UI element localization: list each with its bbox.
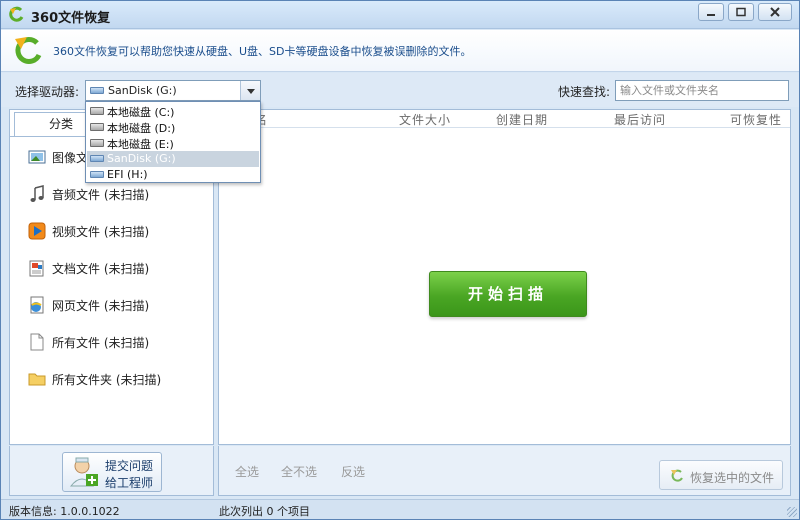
video-icon bbox=[28, 222, 46, 240]
restore-arrow-icon bbox=[671, 469, 683, 482]
engineer-button-line2: 给工程师 bbox=[105, 476, 154, 490]
usb-drive-icon bbox=[90, 171, 104, 178]
select-none-link[interactable]: 全不选 bbox=[281, 463, 317, 480]
category-label: 网页文件 (未扫描) bbox=[52, 299, 150, 313]
info-text: 360文件恢复可以帮助您快速从硬盘、U盘、SD卡等硬盘设备中恢复被误删除的文件。 bbox=[53, 45, 472, 58]
category-item-all-folders[interactable]: 所有文件夹 (未扫描) bbox=[28, 368, 210, 390]
column-recoverability[interactable]: 可恢复性 bbox=[730, 111, 782, 128]
drive-option-h[interactable]: EFI (H:) bbox=[87, 167, 259, 183]
chevron-down-icon[interactable] bbox=[240, 81, 260, 100]
hard-disk-icon bbox=[90, 139, 104, 147]
category-label: 文档文件 (未扫描) bbox=[52, 262, 150, 276]
restore-button-label: 恢复选中的文件 bbox=[690, 471, 775, 485]
info-banner: 360文件恢复可以帮助您快速从硬盘、U盘、SD卡等硬盘设备中恢复被误删除的文件。 bbox=[1, 30, 799, 72]
drive-dropdown-list: 本地磁盘 (C:) 本地磁盘 (D:) 本地磁盘 (E:) SanDisk (G… bbox=[85, 101, 261, 183]
engineer-avatar-icon bbox=[69, 457, 98, 487]
category-item-web[interactable]: 网页文件 (未扫描) bbox=[28, 294, 210, 316]
drive-option-c[interactable]: 本地磁盘 (C:) bbox=[87, 103, 259, 119]
drive-option-label: 本地磁盘 (C:) bbox=[107, 106, 175, 119]
minimize-button[interactable] bbox=[698, 3, 724, 21]
version-info: 版本信息: 1.0.0.1022 bbox=[9, 505, 120, 518]
category-item-all-files[interactable]: 所有文件 (未扫描) bbox=[28, 331, 210, 353]
column-last-access[interactable]: 最后访问 bbox=[614, 111, 666, 128]
column-created[interactable]: 创建日期 bbox=[496, 111, 548, 128]
window-title: 360文件恢复 bbox=[31, 11, 111, 26]
drive-option-label: SanDisk (G:) bbox=[107, 152, 176, 165]
maximize-button[interactable] bbox=[728, 3, 754, 21]
usb-drive-icon bbox=[90, 155, 104, 162]
close-button[interactable] bbox=[758, 3, 792, 21]
drive-select[interactable]: SanDisk (G:) bbox=[85, 80, 261, 101]
app-logo-icon bbox=[9, 6, 24, 22]
category-item-documents[interactable]: 文档文件 (未扫描) bbox=[28, 257, 210, 279]
usb-drive-icon bbox=[90, 87, 104, 94]
category-item-video[interactable]: 视频文件 (未扫描) bbox=[28, 220, 210, 242]
drive-label: 选择驱动器: bbox=[15, 85, 80, 99]
category-label: 所有文件夹 (未扫描) bbox=[52, 373, 162, 387]
title-bar[interactable]: 360文件恢复 bbox=[1, 1, 799, 29]
minimize-icon bbox=[707, 14, 715, 16]
category-label: 音频文件 (未扫描) bbox=[52, 188, 150, 202]
web-page-icon bbox=[30, 296, 44, 314]
drive-option-label: EFI (H:) bbox=[107, 168, 148, 181]
start-scan-button[interactable]: 开始扫描 bbox=[429, 271, 587, 317]
submit-to-engineer-button[interactable]: 提交问题 给工程师 bbox=[62, 452, 162, 492]
hard-disk-icon bbox=[90, 123, 104, 131]
column-size[interactable]: 文件大小 bbox=[399, 111, 451, 128]
music-note-icon bbox=[30, 185, 44, 202]
category-label: 视频文件 (未扫描) bbox=[52, 225, 150, 239]
drive-option-e[interactable]: 本地磁盘 (E:) bbox=[87, 135, 259, 151]
left-footer: 提交问题 给工程师 bbox=[9, 446, 214, 496]
file-list-panel: 名 文件大小 创建日期 最后访问 可恢复性 开始扫描 bbox=[218, 109, 791, 445]
category-item-audio[interactable]: 音频文件 (未扫描) bbox=[28, 183, 210, 205]
recover-logo-icon bbox=[15, 37, 42, 64]
item-count: 此次列出 0 个项目 bbox=[219, 505, 310, 518]
close-icon bbox=[770, 7, 780, 17]
hard-disk-icon bbox=[90, 107, 104, 115]
restore-selected-button[interactable]: 恢复选中的文件 bbox=[659, 460, 783, 490]
status-bar: 版本信息: 1.0.0.1022 此次列出 0 个项目 bbox=[1, 499, 799, 519]
right-footer: 全选 全不选 反选 恢复选中的文件 bbox=[218, 446, 791, 496]
drive-option-label: 本地磁盘 (E:) bbox=[107, 138, 174, 151]
resize-grip-icon[interactable] bbox=[787, 507, 797, 517]
document-icon bbox=[29, 260, 44, 277]
select-all-link[interactable]: 全选 bbox=[235, 463, 259, 480]
search-label: 快速查找: bbox=[558, 85, 611, 99]
drive-option-label: 本地磁盘 (D:) bbox=[107, 122, 176, 135]
engineer-button-line1: 提交问题 bbox=[105, 459, 154, 473]
folder-icon bbox=[28, 373, 46, 386]
drive-option-g[interactable]: SanDisk (G:) bbox=[87, 151, 259, 167]
drive-option-d[interactable]: 本地磁盘 (D:) bbox=[87, 119, 259, 135]
app-window: 360文件恢复 360文件恢复可以帮助您快速从硬盘、U盘、SD卡等硬盘设备中恢复… bbox=[0, 0, 800, 520]
search-input[interactable] bbox=[615, 80, 789, 101]
category-label: 所有文件 (未扫描) bbox=[52, 336, 150, 350]
maximize-icon bbox=[736, 7, 746, 17]
invert-selection-link[interactable]: 反选 bbox=[341, 463, 365, 480]
image-icon bbox=[28, 150, 46, 164]
drive-select-value: SanDisk (G:) bbox=[108, 84, 177, 97]
column-header: 名 文件大小 创建日期 最后访问 可恢复性 bbox=[219, 110, 790, 128]
blank-file-icon bbox=[30, 333, 44, 351]
